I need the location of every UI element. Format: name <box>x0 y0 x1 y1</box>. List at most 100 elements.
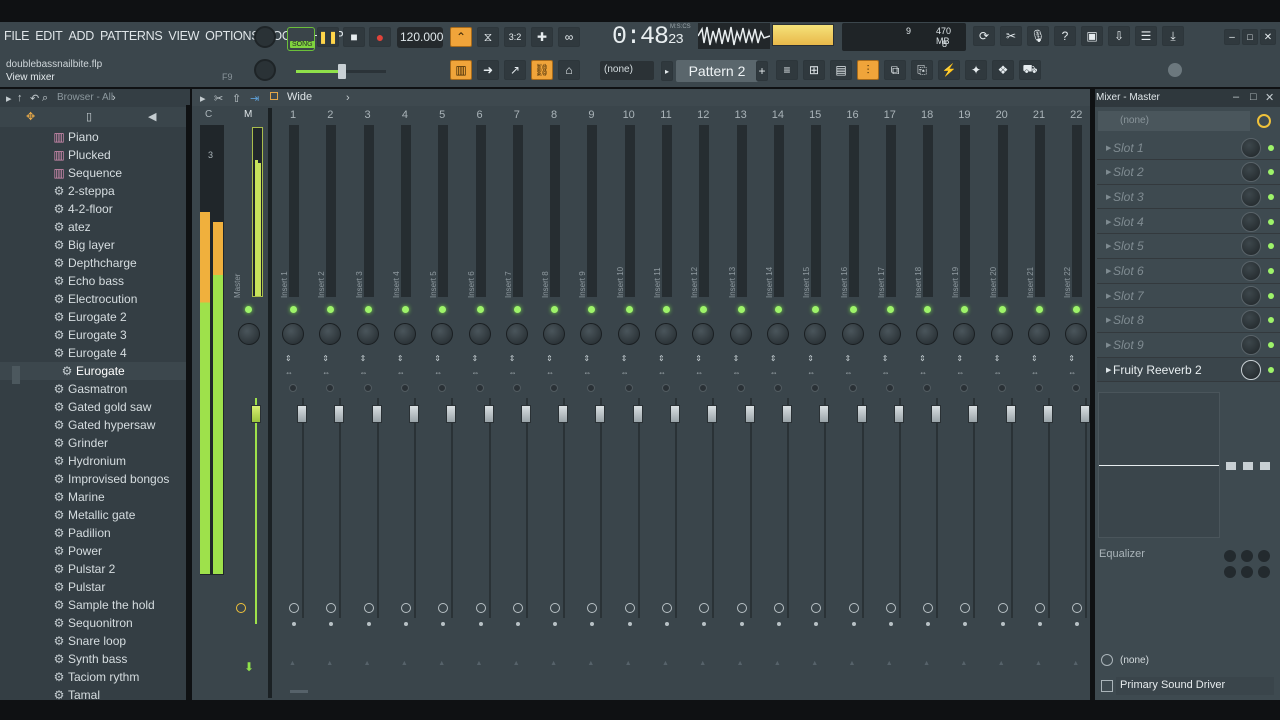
browser-item[interactable]: ⚙ Tamal <box>0 686 186 704</box>
stereo-sep-icon[interactable]: ⇕ <box>695 354 702 363</box>
pitch-slider-handle[interactable] <box>338 64 346 79</box>
stereo-sep-icon[interactable]: ⇕ <box>621 354 628 363</box>
insert-route-icon[interactable] <box>848 603 859 613</box>
master-led[interactable] <box>245 306 252 313</box>
insert-fader[interactable] <box>483 405 494 423</box>
insert-fader[interactable] <box>968 405 979 423</box>
browser-item[interactable]: ⚙ 4-2-floor <box>0 200 186 218</box>
slot-expand-icon[interactable]: ▶ <box>1106 366 1111 374</box>
mixer-extend-icon[interactable]: ⇥ <box>250 92 259 105</box>
insert-enable-led[interactable] <box>513 306 521 313</box>
insert-pan-knob[interactable] <box>841 323 864 345</box>
stereo-sep-icon[interactable]: ⇕ <box>658 354 665 363</box>
insert-record-button[interactable] <box>363 384 372 392</box>
export-icon[interactable]: ⇩ <box>1108 26 1130 46</box>
globe-icon[interactable] <box>1168 63 1182 77</box>
swap-icon[interactable]: ⇔ <box>1068 368 1076 377</box>
insert-send-dot[interactable] <box>739 622 744 626</box>
browser-item[interactable]: ⚙ Eurogate 4 <box>0 344 186 362</box>
stereo-sep-icon[interactable]: ⇕ <box>956 354 963 363</box>
eq-band-low[interactable] <box>1226 462 1236 470</box>
insert-fader[interactable] <box>781 405 792 423</box>
speaker-icon[interactable]: ◀ <box>148 110 156 123</box>
insert-record-button[interactable] <box>662 384 670 392</box>
step-sequencer-icon[interactable]: ⊞ <box>803 60 825 80</box>
stereo-sep-icon[interactable]: ⇕ <box>583 354 590 363</box>
loop-record-icon[interactable]: ∞ <box>558 27 580 47</box>
insert-send-dot[interactable] <box>366 622 371 626</box>
swap-icon[interactable]: ⇔ <box>472 368 480 377</box>
insert-send-arrow-icon[interactable]: ▲ <box>662 660 669 667</box>
insert-enable-led[interactable] <box>774 306 782 313</box>
stereo-sep-icon[interactable]: ⇕ <box>509 354 516 363</box>
insert-enable-led[interactable] <box>663 306 670 313</box>
insert-enable-led[interactable] <box>476 306 484 313</box>
insert-pan-knob[interactable] <box>1028 323 1050 345</box>
insert-route-icon[interactable] <box>662 603 672 613</box>
browser-item[interactable]: ▥ Sequence <box>0 164 186 182</box>
tools-icon[interactable]: ✂ <box>1000 26 1022 46</box>
stereo-sep-icon[interactable]: ⇕ <box>994 354 1001 363</box>
pack-icon[interactable]: ❖ <box>992 60 1014 80</box>
swap-icon[interactable]: ⇔ <box>397 368 405 377</box>
slot-expand-icon[interactable]: ▶ <box>1106 292 1111 300</box>
insert-record-button[interactable] <box>736 384 745 392</box>
insert-pan-knob[interactable] <box>356 323 379 345</box>
insert-route-icon[interactable] <box>1035 603 1045 613</box>
browser-item[interactable]: ▥ Piano <box>0 128 186 146</box>
browser-item[interactable]: ⚙ Improvised bongos <box>0 470 186 488</box>
slot-mix-knob[interactable] <box>1241 162 1261 183</box>
swap-icon[interactable]: ⇔ <box>919 368 927 377</box>
swap-icon[interactable]: ⇔ <box>434 368 442 377</box>
insert-record-button[interactable] <box>289 384 297 392</box>
back-icon[interactable]: ↶ <box>30 92 39 105</box>
mixer-menu-icon[interactable]: ▸ <box>200 92 206 105</box>
insert-record-button[interactable] <box>475 384 484 392</box>
mixer-layout-icon[interactable] <box>270 92 278 100</box>
slot-expand-icon[interactable]: ▶ <box>1106 267 1111 275</box>
blend-notes-icon[interactable]: ✚ <box>531 27 553 47</box>
slot-enable-led[interactable] <box>1268 169 1274 176</box>
fx-slot[interactable]: ▶ Slot 7 <box>1097 284 1280 309</box>
maximize-icon[interactable]: □ <box>1242 29 1258 45</box>
slot-expand-icon[interactable]: ▶ <box>1106 193 1111 201</box>
song-mode-toggle[interactable]: SONG <box>287 27 315 51</box>
insert-pan-knob[interactable] <box>878 323 901 345</box>
insert-pan-knob[interactable] <box>990 323 1013 345</box>
mixer-scrollbar[interactable] <box>290 690 308 693</box>
master-route-icon[interactable] <box>236 603 246 613</box>
panel-minimize-icon[interactable]: – <box>1233 91 1239 103</box>
insert-record-button[interactable] <box>773 384 782 392</box>
insert-route-icon[interactable] <box>736 603 747 613</box>
slot-mix-knob[interactable] <box>1241 310 1261 331</box>
insert-fader[interactable] <box>856 405 867 423</box>
stereo-sep-icon[interactable]: ⇕ <box>434 354 441 363</box>
insert-send-arrow-icon[interactable]: ▲ <box>1072 660 1079 667</box>
menu-view[interactable]: VIEW <box>168 29 199 43</box>
browser-item[interactable]: ⚙ Eurogate <box>0 362 186 380</box>
stereo-sep-icon[interactable]: ⇕ <box>845 354 852 363</box>
stereo-sep-icon[interactable]: ⇕ <box>1031 354 1038 363</box>
browser-item[interactable]: ⚙ Snare loop <box>0 632 186 650</box>
slot-enable-led[interactable] <box>1268 342 1274 349</box>
insert-fader[interactable] <box>446 405 457 423</box>
insert-send-dot[interactable] <box>292 622 296 626</box>
insert-send-arrow-icon[interactable]: ▲ <box>364 660 371 667</box>
swap-icon[interactable]: ⇔ <box>360 368 368 377</box>
mixer-icon[interactable]: ⫶ <box>857 60 879 80</box>
slot-mix-knob[interactable] <box>1241 186 1261 207</box>
insert-pan-knob[interactable] <box>393 323 416 345</box>
insert-send-dot[interactable] <box>776 622 781 626</box>
equalizer-graph[interactable] <box>1098 392 1220 538</box>
menu-edit[interactable]: EDIT <box>35 29 63 43</box>
minimize-icon[interactable]: – <box>1224 29 1240 45</box>
insert-fader[interactable] <box>819 405 830 423</box>
insert-pan-knob[interactable] <box>916 323 939 345</box>
insert-send-arrow-icon[interactable]: ▲ <box>774 660 781 667</box>
insert-send-arrow-icon[interactable]: ▲ <box>550 660 557 667</box>
eq-band-high[interactable] <box>1260 462 1270 470</box>
insert-pan-knob[interactable] <box>617 323 640 345</box>
browser-item[interactable]: ⚙ Power <box>0 542 186 560</box>
fx-slot[interactable]: ▶ Slot 5 <box>1097 235 1280 259</box>
insert-enable-led[interactable] <box>1036 306 1043 313</box>
